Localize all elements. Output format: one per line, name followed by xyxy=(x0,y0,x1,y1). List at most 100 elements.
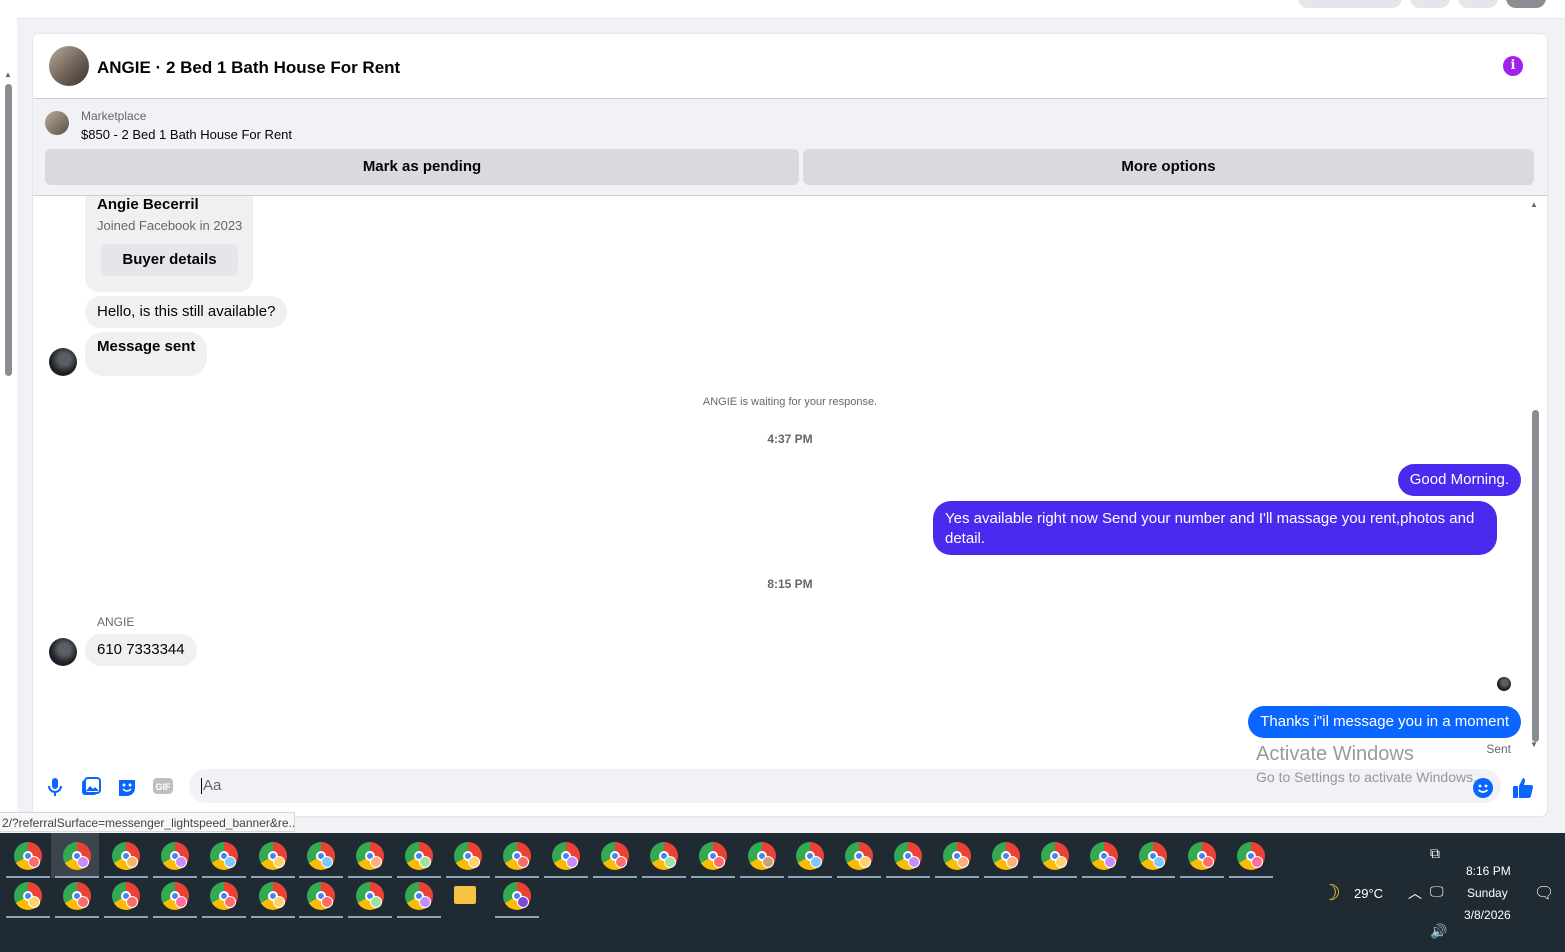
chat-scrollbar-thumb[interactable] xyxy=(1532,410,1539,742)
profile-badge-icon xyxy=(174,896,187,908)
clock-day[interactable]: Sunday xyxy=(1467,886,1508,900)
taskbar-running-indicator xyxy=(788,876,833,878)
profile-badge-icon xyxy=(614,856,627,868)
taskbar-running-indicator xyxy=(984,876,1028,878)
page-scrollbar[interactable]: ▲ xyxy=(0,18,17,818)
profile-badge-icon xyxy=(419,856,432,868)
taskbar-running-indicator xyxy=(348,916,393,918)
taskbar-running-indicator xyxy=(837,876,882,878)
buyer-joined: Joined Facebook in 2023 xyxy=(97,218,243,233)
microphone-icon[interactable] xyxy=(44,777,66,799)
clock-time[interactable]: 8:16 PM xyxy=(1466,864,1511,878)
profile-avatar[interactable] xyxy=(1506,0,1546,8)
profile-badge-icon xyxy=(1201,856,1214,868)
chat-title[interactable]: ANGIE · 2 Bed 1 Bath House For Rent xyxy=(97,58,400,78)
buyer-name: Angie Becerril xyxy=(97,196,199,213)
read-receipt-avatar xyxy=(1497,677,1511,691)
outgoing-message[interactable]: Good Morning. xyxy=(1397,464,1521,496)
taskbar-running-indicator xyxy=(54,876,99,878)
scroll-down-arrow-icon[interactable]: ▼ xyxy=(1530,740,1538,749)
scroll-up-arrow-icon[interactable]: ▲ xyxy=(1530,200,1538,209)
taskbar-running-indicator xyxy=(250,876,295,878)
gif-icon[interactable]: GIF xyxy=(152,777,174,799)
more-options-button[interactable]: More options xyxy=(803,149,1534,185)
taskbar-running-indicator xyxy=(495,876,539,878)
chat-window: ANGIE · 2 Bed 1 Bath House For Rent i Ma… xyxy=(33,34,1547,816)
outgoing-message[interactable]: Thanks i"il message you in a moment xyxy=(1248,706,1521,738)
taskbar-running-indicator xyxy=(1228,876,1273,878)
taskbar-running-indicator xyxy=(886,876,931,878)
incoming-message[interactable]: Message sent xyxy=(85,332,208,376)
profile-badge-icon xyxy=(1054,856,1067,868)
profile-badge-icon xyxy=(908,856,921,868)
file-explorer-icon[interactable] xyxy=(454,886,477,904)
profile-badge-icon xyxy=(663,856,676,868)
profile-badge-icon xyxy=(223,896,236,908)
page-scrollbar-thumb[interactable] xyxy=(5,84,12,376)
taskbar-running-indicator xyxy=(54,916,99,918)
top-pill-button[interactable] xyxy=(1298,0,1402,8)
chevron-up-icon[interactable]: ︿ xyxy=(1408,883,1422,903)
marketplace-banner: Marketplace $850 - 2 Bed 1 Bath House Fo… xyxy=(33,99,1547,196)
profile-badge-icon xyxy=(1103,856,1116,868)
taskbar-running-indicator xyxy=(299,876,344,878)
activate-windows-subtitle: Go to Settings to activate Windows. xyxy=(1256,769,1477,785)
volume-icon[interactable]: 🔊 xyxy=(1430,923,1447,940)
sender-name: ANGIE xyxy=(97,615,135,629)
notification-icon[interactable]: 🗨 xyxy=(1534,883,1554,903)
taskbar-running-indicator xyxy=(250,916,295,918)
taskbar-running-indicator xyxy=(592,876,637,878)
like-thumb-icon[interactable] xyxy=(1512,777,1534,799)
profile-badge-icon xyxy=(1250,856,1263,868)
network-icon[interactable]: 🖵 xyxy=(1430,883,1444,900)
mark-as-pending-button[interactable]: Mark as pending xyxy=(45,149,799,185)
clock-date[interactable]: 3/8/2026 xyxy=(1464,908,1511,922)
message-placeholder: Aa xyxy=(201,777,222,794)
photo-icon[interactable] xyxy=(80,777,102,799)
taskbar-running-indicator xyxy=(348,876,393,878)
sticker-icon[interactable] xyxy=(116,777,138,799)
taskbar-running-indicator xyxy=(641,876,686,878)
taskbar-running-indicator xyxy=(543,876,588,878)
message-status: Sent xyxy=(1486,742,1511,756)
incoming-message[interactable]: 610 7333344 xyxy=(85,634,197,666)
buyer-details-button[interactable]: Buyer details xyxy=(101,244,238,276)
listing-thumbnail[interactable] xyxy=(45,111,69,135)
profile-badge-icon xyxy=(321,896,334,908)
contact-avatar[interactable] xyxy=(49,638,77,666)
moon-weather-icon[interactable]: ☽ xyxy=(1321,880,1341,906)
buyer-card: Angie Becerril Joined Facebook in 2023 B… xyxy=(85,196,253,292)
profile-badge-icon xyxy=(76,856,89,868)
taskbar-running-indicator xyxy=(6,876,50,878)
taskbar-running-indicator xyxy=(397,876,442,878)
listing-avatar[interactable] xyxy=(49,46,89,86)
outgoing-message[interactable]: Yes available right now Send your number… xyxy=(933,501,1497,555)
profile-badge-icon xyxy=(761,856,774,868)
taskbar-running-indicator xyxy=(1081,876,1126,878)
taskbar-running-indicator xyxy=(1130,876,1175,878)
profile-badge-icon xyxy=(565,856,578,868)
taskbar-running-indicator xyxy=(1179,876,1224,878)
top-icon-button[interactable] xyxy=(1458,0,1498,8)
taskbar-running-indicator xyxy=(103,916,148,918)
profile-badge-icon xyxy=(223,856,236,868)
taskbar-running-indicator xyxy=(690,876,735,878)
incoming-message[interactable]: Hello, is this still available? xyxy=(85,296,288,328)
timestamp: 4:37 PM xyxy=(767,432,813,446)
taskbar-running-indicator xyxy=(201,876,246,878)
chat-scrollbar[interactable]: ▲ ▼ xyxy=(1530,200,1541,760)
profile-badge-icon xyxy=(28,896,40,908)
info-icon[interactable]: i xyxy=(1503,56,1523,76)
profile-badge-icon xyxy=(76,896,89,908)
chat-header: ANGIE · 2 Bed 1 Bath House For Rent i xyxy=(33,34,1547,99)
contact-avatar[interactable] xyxy=(49,348,77,376)
taskbar: ⧉ ☽ 29°C ︿ 🖵 🔊 8:16 PM Sunday 3/8/2026 🗨 xyxy=(0,830,1565,952)
profile-badge-icon xyxy=(370,856,383,868)
weather-temp[interactable]: 29°C xyxy=(1354,886,1383,901)
screen-capture-icon[interactable]: ⧉ xyxy=(1430,845,1440,862)
taskbar-running-indicator xyxy=(103,876,148,878)
taskbar-running-indicator xyxy=(446,876,491,878)
listing-title[interactable]: $850 - 2 Bed 1 Bath House For Rent xyxy=(81,127,292,142)
top-icon-button[interactable] xyxy=(1410,0,1450,8)
scroll-up-arrow-icon[interactable]: ▲ xyxy=(4,70,12,79)
